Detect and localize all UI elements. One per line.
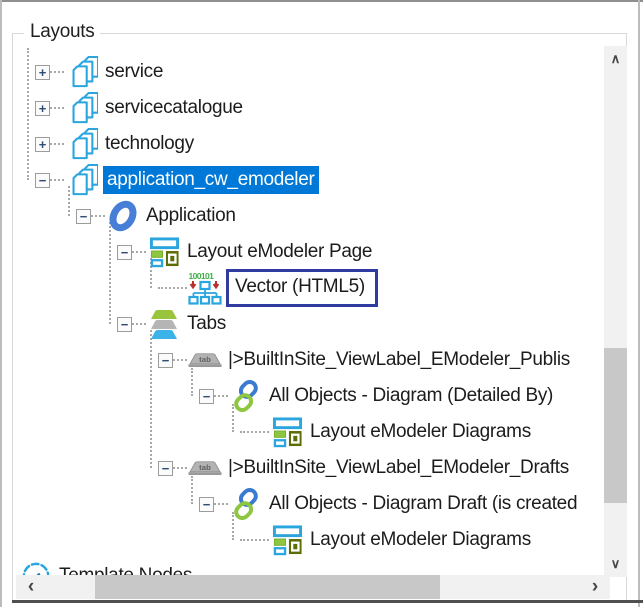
tree-node-label: All Objects - Diagram Draft (is created: [269, 493, 577, 515]
expander-minus-icon[interactable]: −: [199, 497, 214, 512]
layout-icon: [269, 522, 305, 558]
tree-connector: [50, 107, 64, 109]
expander-plus-icon[interactable]: +: [35, 65, 50, 80]
svg-text:100101: 100101: [189, 271, 215, 281]
tab-icon: tab: [187, 342, 223, 378]
tree-row[interactable]: + technology: [16, 126, 604, 162]
vector-icon: 100101: [187, 270, 223, 306]
tree-node-label: All Objects - Diagram (Detailed By): [269, 385, 553, 407]
tree-node-label: Layout eModeler Diagrams: [310, 529, 531, 551]
panel-bottom-divider: [12, 600, 643, 603]
pages-icon: [64, 126, 100, 162]
tree-row[interactable]: − Layout eModeler Page: [16, 234, 604, 270]
tree-connector: [50, 71, 64, 73]
expander-plus-icon[interactable]: +: [35, 101, 50, 116]
horizontal-scrollbar[interactable]: ‹ ›: [16, 575, 610, 599]
tabs-icon: [146, 306, 182, 342]
expander-minus-icon[interactable]: −: [35, 173, 50, 188]
horizontal-scrollbar-thumb[interactable]: [95, 575, 440, 599]
tree-node-label: technology: [105, 133, 194, 155]
tree-node-label: |>BuiltInSite_ViewLabel_EModeler_Publis: [228, 349, 570, 371]
tree-row[interactable]: + service: [16, 54, 604, 90]
tree-row[interactable]: Layout eModeler Diagrams: [16, 522, 604, 558]
tree-row[interactable]: − Tabs: [16, 306, 604, 342]
tree-row[interactable]: Layout eModeler Diagrams: [16, 414, 604, 450]
tree-row[interactable]: − All Objects - Diagram Draft (is create…: [16, 486, 604, 522]
tree-node-label: service: [105, 61, 163, 83]
tree-row[interactable]: 100101 Vector (HTML5): [16, 270, 604, 306]
tree-connector: [214, 395, 228, 397]
expander-minus-icon[interactable]: −: [199, 389, 214, 404]
tree-node-label: |>BuiltInSite_ViewLabel_EModeler_Drafts: [228, 457, 569, 479]
scroll-up-icon[interactable]: ∧: [604, 48, 627, 70]
tree-row[interactable]: − Application: [16, 198, 604, 234]
pages-icon: [64, 162, 100, 198]
pages-icon: [64, 90, 100, 126]
tree-connector: [240, 431, 269, 433]
scroll-left-icon[interactable]: ‹: [18, 575, 44, 599]
tree-connector: [214, 503, 228, 505]
scroll-right-icon[interactable]: ›: [582, 575, 608, 599]
groupbox-label: Layouts: [24, 21, 100, 43]
tree-row[interactable]: − All Objects - Diagram (Detailed By): [16, 378, 604, 414]
link-icon: [228, 486, 264, 522]
tree-connector: [132, 323, 146, 325]
tree-connector: [173, 359, 187, 361]
tree-row[interactable]: − application_cw_emodeler: [16, 162, 604, 198]
tree-connector: [50, 143, 64, 145]
vertical-scrollbar[interactable]: ∧ ∨: [604, 46, 627, 577]
panel-right-border: [638, 0, 640, 607]
tree-node-label: Layout eModeler Page: [187, 241, 372, 263]
tree-connector: [240, 539, 269, 541]
tree-connector: [50, 179, 64, 181]
expander-minus-icon[interactable]: −: [158, 461, 173, 476]
tree-row[interactable]: + servicecatalogue: [16, 90, 604, 126]
link-icon: [228, 378, 264, 414]
svg-text:tab: tab: [199, 462, 211, 471]
tree-connector: [91, 215, 105, 217]
tree-node-label-annotated: Vector (HTML5): [226, 269, 378, 307]
tab-icon: tab: [187, 450, 223, 486]
panel-left-border: [0, 0, 2, 607]
pages-icon: [64, 54, 100, 90]
tree-connector: [173, 467, 187, 469]
expander-minus-icon[interactable]: −: [76, 209, 91, 224]
layouts-tree-view[interactable]: + service+ servicecatalogue+ technology−…: [16, 46, 604, 577]
scroll-down-icon[interactable]: ∨: [604, 553, 627, 575]
layout-icon: [146, 234, 182, 270]
tree-row[interactable]: − tab |>BuiltInSite_ViewLabel_EModeler_P…: [16, 342, 604, 378]
expander-minus-icon[interactable]: −: [117, 317, 132, 332]
expander-minus-icon[interactable]: −: [117, 245, 132, 260]
tree-connector: [158, 287, 187, 289]
tree-row[interactable]: − tab |>BuiltInSite_ViewLabel_EModeler_D…: [16, 450, 604, 486]
expander-minus-icon[interactable]: −: [158, 353, 173, 368]
layouts-panel: Layouts + service+ servicecatalogue+ tec…: [0, 0, 643, 607]
tree-connector: [132, 251, 146, 253]
tree-node-label: servicecatalogue: [105, 97, 243, 119]
tree-node-label: Layout eModeler Diagrams: [310, 421, 531, 443]
vertical-scrollbar-thumb[interactable]: [604, 348, 627, 503]
expander-plus-icon[interactable]: +: [35, 137, 50, 152]
application-icon: [105, 198, 141, 234]
tree-node-label: Application: [146, 205, 236, 227]
svg-text:tab: tab: [199, 354, 211, 363]
panel-top-border: [0, 0, 643, 2]
tree-node-label: application_cw_emodeler: [103, 166, 319, 194]
tree-node-label: Tabs: [187, 313, 226, 335]
layout-icon: [269, 414, 305, 450]
